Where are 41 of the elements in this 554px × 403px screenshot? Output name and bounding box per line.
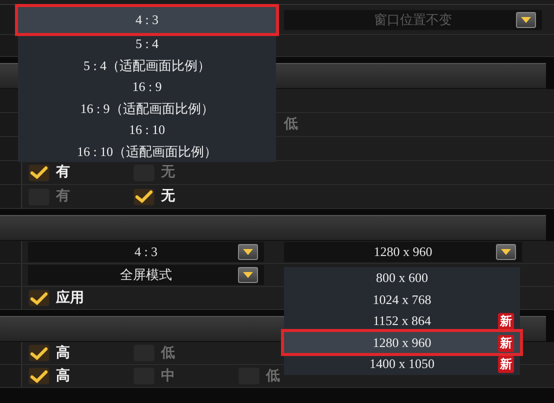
dropdown-arrow-button[interactable] [496,244,516,260]
caret-icon [243,249,253,255]
dropdown-option[interactable]: 5 : 4（适配画面比例） [18,54,276,76]
checkbox-checked[interactable] [28,367,50,385]
checkbox-checked[interactable] [28,289,50,307]
option-label: 高 [56,344,70,362]
checkbox-checked[interactable] [28,164,50,182]
new-badge: 新 [498,356,514,373]
dropdown-arrow-button[interactable] [238,244,258,260]
option-label: 高 [56,366,70,386]
dropdown-arrow-button[interactable] [238,267,258,283]
dropdown-option[interactable]: 16 : 10 [18,119,276,140]
dropdown-option[interactable]: 16 : 10（适配画面比例） [18,140,276,162]
dropdown-option[interactable]: 800 x 600 [284,267,520,288]
new-badge: 新 [498,313,514,330]
option-label: 低 [266,366,280,386]
dropdown-option[interactable]: 1024 x 768 [284,288,520,310]
checkbox-checked[interactable] [28,344,50,362]
dropdown-option[interactable]: 1280 x 960 新 [284,332,520,353]
option-label: 有 [56,187,70,206]
dropdown-field[interactable]: 1280 x 960 [284,242,522,262]
checkbox-checked[interactable] [133,188,155,206]
caret-icon [501,249,511,255]
dropdown-option[interactable]: 16 : 9（适配画面比例） [18,98,276,119]
dropdown-option[interactable]: 5 : 4 [18,33,276,54]
option-label: 中 [161,366,175,386]
dropdown-option[interactable]: 4 : 3 [18,7,276,33]
option-label: 低 [284,115,298,134]
option-label: 应用 [56,288,84,308]
option-label: 无 [161,163,175,182]
option-label: 无 [161,187,175,206]
option-label: 有 [56,163,70,182]
caret-icon [243,272,253,278]
dropdown-field[interactable]: 4 : 3 [28,242,264,262]
dropdown-option[interactable]: 1152 x 864 新 [284,310,520,332]
option-label: 低 [161,344,175,362]
dropdown-option[interactable]: 16 : 9 [18,76,276,98]
caret-icon [521,16,531,22]
dropdown-field[interactable]: 全屏模式 [28,265,264,285]
dropdown-option[interactable]: 1400 x 1050 新 [284,353,520,374]
new-badge: 新 [498,334,514,352]
